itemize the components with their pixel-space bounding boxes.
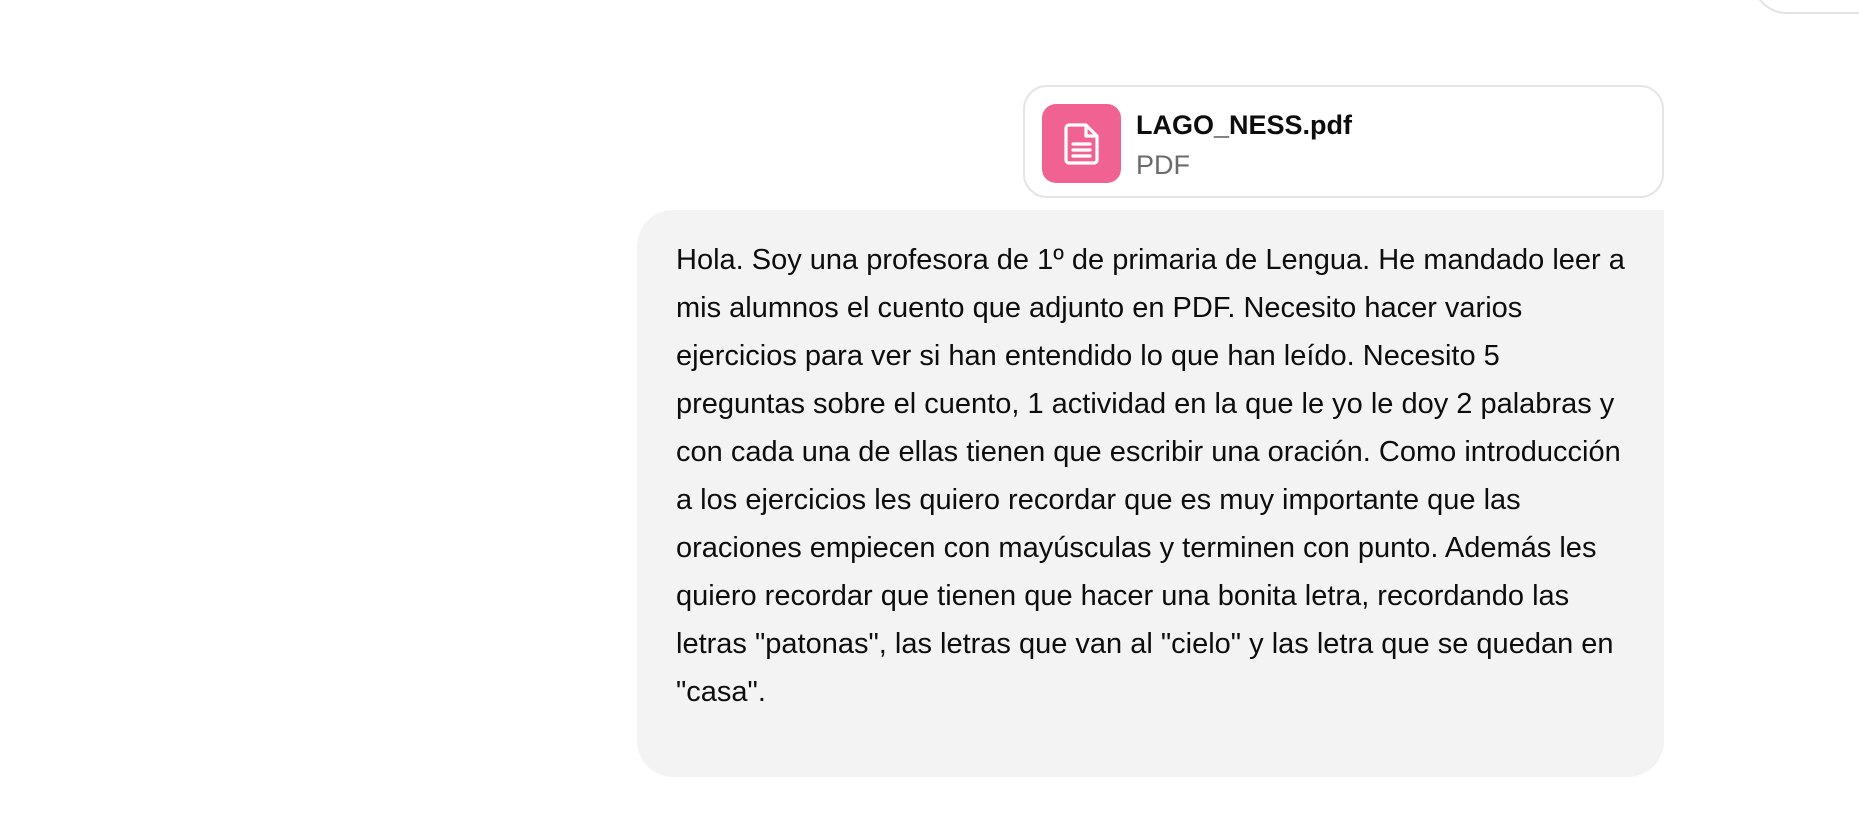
user-message-text: Hola. Soy una profesora de 1º de primari…: [676, 244, 1625, 708]
file-icon-container: [1042, 104, 1121, 183]
file-attachment-card[interactable]: LAGO_NESS.pdf PDF: [1023, 85, 1664, 198]
file-text-icon: [1063, 122, 1099, 165]
file-type-label: PDF: [1136, 150, 1190, 180]
user-message-bubble: Hola. Soy una profesora de 1º de primari…: [637, 210, 1664, 777]
top-right-button[interactable]: [1752, 0, 1859, 14]
file-name: LAGO_NESS.pdf: [1136, 110, 1353, 140]
